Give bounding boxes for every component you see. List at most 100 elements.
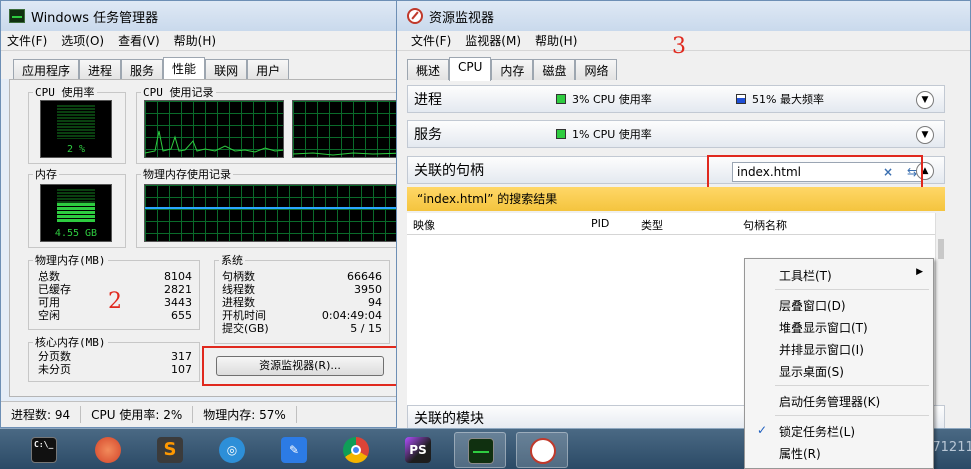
cpu-history-graph-2 bbox=[292, 100, 404, 158]
handles-scrollbar[interactable] bbox=[935, 213, 945, 405]
services-cpu-text: 1% CPU 使用率 bbox=[572, 128, 652, 141]
memory-history-label: 物理内存使用记录 bbox=[143, 168, 231, 181]
stat-value: 655 bbox=[171, 309, 192, 322]
menu-item-side-by-side[interactable]: 并排显示窗口(I) bbox=[779, 341, 864, 358]
task-manager-titlebar[interactable]: Windows 任务管理器 bbox=[1, 1, 409, 31]
stat-value: 107 bbox=[171, 363, 192, 376]
tab-processes[interactable]: 进程 bbox=[79, 59, 122, 80]
menu-item-toolbars[interactable]: 工具栏(T) bbox=[779, 267, 832, 284]
menu-item-show-desktop[interactable]: 显示桌面(S) bbox=[779, 363, 844, 380]
search-result-banner: “index.html” 的搜索结果 bbox=[407, 187, 945, 211]
section-modules-title: 关联的模块 bbox=[414, 411, 484, 427]
section-services[interactable]: 服务 1% CPU 使用率 ▼ bbox=[407, 120, 945, 148]
menu-item-lock-taskbar[interactable]: 锁定任务栏(L) bbox=[779, 423, 855, 440]
highlight-box-search bbox=[707, 155, 923, 189]
menu-item-cascade[interactable]: 层叠窗口(D) bbox=[779, 297, 846, 314]
taskbar-resource-monitor[interactable] bbox=[516, 432, 568, 468]
taskbar-note[interactable]: ✎ bbox=[268, 432, 320, 468]
tab-services[interactable]: 服务 bbox=[121, 59, 164, 80]
section-services-title: 服务 bbox=[414, 127, 442, 143]
stat-key: 句柄数 bbox=[222, 270, 255, 283]
green-square-icon bbox=[556, 129, 566, 139]
task-manager-icon bbox=[468, 438, 494, 464]
menu-separator bbox=[775, 415, 929, 416]
task-manager-menubar: 文件(F) 选项(O) 查看(V) 帮助(H) bbox=[1, 31, 409, 51]
stat-row: 提交(GB) 5 / 15 bbox=[222, 322, 382, 335]
tab-users[interactable]: 用户 bbox=[247, 59, 290, 80]
menu-help[interactable]: 帮助(H) bbox=[535, 32, 577, 49]
tab-network[interactable]: 网络 bbox=[575, 59, 618, 80]
menu-help[interactable]: 帮助(H) bbox=[174, 32, 216, 49]
blue-square-icon bbox=[736, 94, 746, 104]
physical-memory-legend: 物理内存(MB) bbox=[35, 254, 106, 267]
column-image[interactable]: 映像 bbox=[413, 217, 435, 233]
taskbar-chrome[interactable] bbox=[330, 432, 382, 468]
memory-label: 内存 bbox=[35, 168, 57, 181]
resource-monitor-icon bbox=[407, 8, 423, 24]
cpu-history-label: CPU 使用记录 bbox=[143, 86, 214, 99]
taskbar-cmd[interactable]: C:\_ bbox=[18, 432, 70, 468]
performance-panel: CPU 使用率 2 % CPU 使用记录 内存 4.55 GB 物理内存使用记录 bbox=[9, 79, 407, 397]
tab-networking[interactable]: 联网 bbox=[205, 59, 248, 80]
stat-key: 分页数 bbox=[38, 350, 71, 363]
stat-value: 94 bbox=[368, 296, 382, 309]
green-square-icon bbox=[556, 94, 566, 104]
tab-applications[interactable]: 应用程序 bbox=[13, 59, 80, 80]
menu-file[interactable]: 文件(F) bbox=[411, 32, 451, 49]
stat-value: 317 bbox=[171, 350, 192, 363]
tab-overview[interactable]: 概述 bbox=[407, 59, 450, 80]
menu-file[interactable]: 文件(F) bbox=[7, 32, 47, 49]
memory-meter: 4.55 GB bbox=[40, 184, 112, 242]
menu-view[interactable]: 查看(V) bbox=[118, 32, 160, 49]
stat-key: 总数 bbox=[38, 270, 60, 283]
handles-table-header: 映像 PID 类型 句柄名称 bbox=[407, 213, 935, 235]
stat-key: 未分页 bbox=[38, 363, 71, 376]
resource-monitor-button[interactable]: 资源监视器(R)... bbox=[216, 356, 384, 376]
taskbar-sublime[interactable]: S bbox=[144, 432, 196, 468]
memory-value: 4.55 GB bbox=[54, 228, 98, 239]
tab-memory[interactable]: 内存 bbox=[491, 59, 534, 80]
section-processes[interactable]: 进程 3% CPU 使用率 51% 最大频率 ▼ bbox=[407, 85, 945, 113]
sublime-icon: S bbox=[157, 437, 183, 463]
kernel-memory-legend: 核心内存(MB) bbox=[35, 336, 106, 349]
section-processes-title: 进程 bbox=[414, 92, 442, 108]
stat-value: 3443 bbox=[164, 296, 192, 309]
menu-item-properties[interactable]: 属性(R) bbox=[779, 445, 821, 462]
menu-monitor[interactable]: 监视器(M) bbox=[465, 32, 521, 49]
taskbar-task-manager[interactable] bbox=[454, 432, 506, 468]
taskbar-app-2[interactable] bbox=[82, 432, 134, 468]
menu-item-stack[interactable]: 堆叠显示窗口(T) bbox=[779, 319, 868, 336]
task-manager-tabs: 应用程序 进程 服务 性能 联网 用户 bbox=[1, 51, 409, 81]
memory-history-graph bbox=[144, 184, 404, 242]
resource-monitor-icon bbox=[530, 438, 556, 464]
cpu-history-line-2 bbox=[293, 152, 403, 156]
taskbar-phpstorm[interactable]: PS bbox=[392, 432, 444, 468]
cpu-history-line-1 bbox=[145, 130, 283, 154]
stat-value: 2821 bbox=[164, 283, 192, 296]
weibo-icon: ◎ bbox=[219, 437, 245, 463]
tab-cpu[interactable]: CPU bbox=[449, 57, 492, 81]
menu-item-start-task-manager[interactable]: 启动任务管理器(K) bbox=[779, 393, 880, 410]
services-cpu-indicator: 1% CPU 使用率 bbox=[556, 126, 736, 142]
column-handle-name[interactable]: 句柄名称 bbox=[743, 217, 787, 233]
stat-row: 未分页 107 bbox=[38, 363, 192, 376]
stat-value: 3950 bbox=[354, 283, 382, 296]
max-frequency-indicator: 51% 最大频率 bbox=[736, 91, 916, 107]
column-type[interactable]: 类型 bbox=[641, 217, 663, 233]
cpu-usage-meter: 2 % bbox=[40, 100, 112, 158]
stat-row: 线程数 3950 bbox=[222, 283, 382, 296]
menu-separator bbox=[775, 289, 929, 290]
taskbar-weibo[interactable]: ◎ bbox=[206, 432, 258, 468]
chevron-down-icon[interactable]: ▼ bbox=[916, 126, 934, 144]
system-stats: 句柄数 66646 线程数 3950 进程数 94 开机时间 0:04:49:04 提交… bbox=[222, 270, 382, 335]
stat-key: 已缓存 bbox=[38, 283, 71, 296]
tab-performance[interactable]: 性能 bbox=[163, 57, 206, 81]
kernel-memory-stats: 分页数 317 未分页 107 bbox=[38, 350, 192, 376]
section-handles-title: 关联的句柄 bbox=[414, 163, 484, 179]
resource-monitor-titlebar[interactable]: 资源监视器 bbox=[397, 1, 970, 31]
chevron-down-icon[interactable]: ▼ bbox=[916, 91, 934, 109]
tab-disk[interactable]: 磁盘 bbox=[533, 59, 576, 80]
column-pid[interactable]: PID bbox=[591, 217, 609, 230]
task-manager-statusbar: 进程数: 94 CPU 使用率: 2% 物理内存: 57% bbox=[1, 401, 409, 427]
menu-options[interactable]: 选项(O) bbox=[61, 32, 104, 49]
